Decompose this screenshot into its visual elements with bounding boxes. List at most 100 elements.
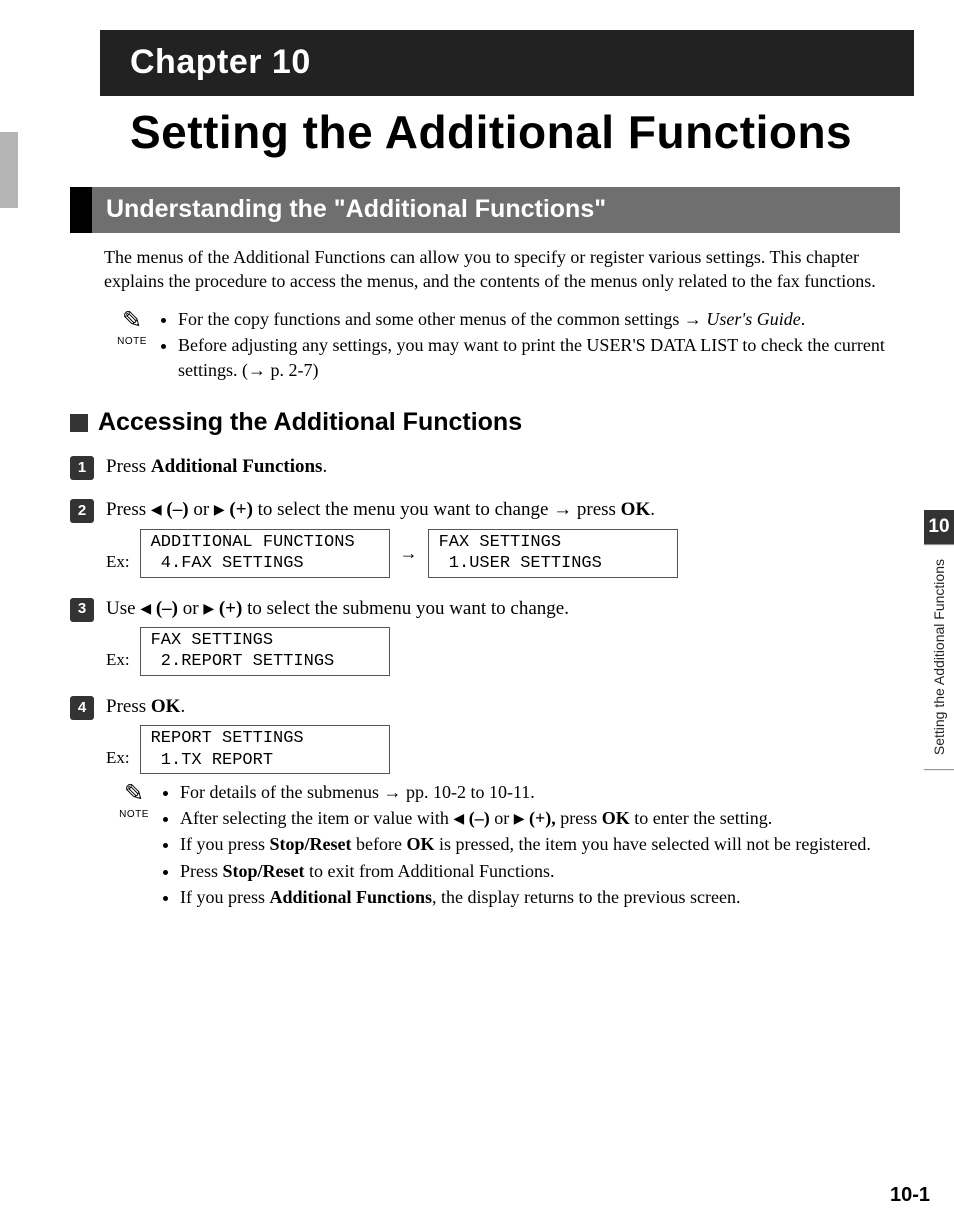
step-text: Press ◀ (–) or ▶ (+) to select the menu … [106,497,900,523]
key-name: Stop/Reset [223,861,305,881]
chapter-label-bar: Chapter 10 [100,30,914,96]
lcd-example-row: Ex: REPORT SETTINGS 1.TX REPORT [106,725,900,774]
text: or [178,598,203,619]
text: before [351,834,406,854]
key-name: (–) [151,598,178,619]
step-2: 2 Press ◀ (–) or ▶ (+) to select the men… [70,497,900,583]
note-icon-col: ✎ NOTE [106,780,162,822]
text: Press [180,861,223,881]
text: After selecting the item or value with [180,808,453,828]
chapter-title: Setting the Additional Functions [130,106,900,159]
step-text: Press Additional Functions. [106,454,900,480]
note-item: If you press Stop/Reset before OK is pre… [180,832,871,856]
key-name: (+), [524,808,555,828]
text: For the copy functions and some other me… [178,309,706,329]
intro-paragraph: The menus of the Additional Functions ca… [104,245,900,294]
subsection-title: Accessing the Additional Functions [98,406,522,440]
key-name: (–) [464,808,490,828]
right-arrow-icon: ▶ [214,501,225,517]
step-number-badge: 3 [70,598,94,622]
key-name: OK [406,834,434,854]
text: Press [106,499,151,520]
key-name: (+) [214,598,242,619]
lcd-display: FAX SETTINGS 2.REPORT SETTINGS [140,627,390,676]
note-item: After selecting the item or value with ◀… [180,806,871,830]
text: to enter the setting. [630,808,772,828]
example-label: Ex: [106,551,130,574]
left-margin-tab [0,132,18,208]
note-label: NOTE [106,808,162,822]
lcd-example-row: Ex: FAX SETTINGS 2.REPORT SETTINGS [106,627,900,676]
note-item: If you press Additional Functions, the d… [180,885,871,909]
note-icon-col: ✎ NOTE [104,307,160,349]
note-item: For the copy functions and some other me… [178,307,900,331]
text: Use [106,598,140,619]
text: to select the submenu you want to change… [242,598,569,619]
step-number-badge: 1 [70,456,94,480]
left-arrow-icon: ◀ [453,810,464,826]
key-name: Additional Functions [151,456,323,477]
text: Press [106,696,151,717]
note-block-2: ✎ NOTE For details of the submenus → pp.… [106,780,900,911]
text: If you press [180,834,269,854]
arrow-icon: → [400,541,418,565]
text: or [189,499,214,520]
text: , the display returns to the previous sc… [432,887,740,907]
side-chapter-tab: 10 Setting the Additional Functions [924,510,954,770]
text: Press [106,456,151,477]
side-tab-text: Setting the Additional Functions [924,544,954,770]
note-item: Press Stop/Reset to exit from Additional… [180,859,871,883]
step-number-badge: 4 [70,696,94,720]
lcd-display: ADDITIONAL FUNCTIONS 4.FAX SETTINGS [140,529,390,578]
note-body: For the copy functions and some other me… [160,307,900,384]
note-item: Before adjusting any settings, you may w… [178,333,900,382]
text: . [180,696,185,717]
note-block-1: ✎ NOTE For the copy functions and some o… [104,307,900,384]
lcd-example-row: Ex: ADDITIONAL FUNCTIONS 4.FAX SETTINGS … [106,529,900,578]
text: or [490,808,514,828]
page-number: 10-1 [890,1182,930,1209]
note-body: For details of the submenus → pp. 10-2 t… [162,780,871,911]
left-arrow-icon: ◀ [140,600,151,616]
step-4: 4 Press OK. Ex: REPORT SETTINGS 1.TX REP… [70,694,900,926]
lcd-display: REPORT SETTINGS 1.TX REPORT [140,725,390,774]
key-name: Additional Functions [269,887,432,907]
text: . [801,309,806,329]
lcd-display: FAX SETTINGS 1.USER SETTINGS [428,529,678,578]
text: If you press [180,887,269,907]
text: to exit from Additional Functions. [305,861,555,881]
step-text: Use ◀ (–) or ▶ (+) to select the submenu… [106,596,900,622]
section-heading: Understanding the "Additional Functions" [70,187,900,233]
key-name: OK [621,499,651,520]
text: is pressed, the item you have selected w… [434,834,870,854]
example-label: Ex: [106,747,130,770]
users-guide-ref: User's Guide [706,309,800,329]
note-item: For details of the submenus → pp. 10-2 t… [180,780,871,804]
text: . [322,456,327,477]
key-name: (+) [225,499,253,520]
key-name: Stop/Reset [269,834,351,854]
step-number-badge: 2 [70,499,94,523]
key-name: OK [151,696,181,717]
note-label: NOTE [104,335,160,349]
step-text: Press OK. [106,694,900,720]
right-arrow-icon: ▶ [514,810,525,826]
text: to select the menu you want to change → … [253,499,621,520]
square-bullet-icon [70,414,88,432]
text: press [556,808,602,828]
subsection-heading: Accessing the Additional Functions [70,406,900,440]
left-arrow-icon: ◀ [151,501,162,517]
page: Chapter 10 Setting the Additional Functi… [0,0,954,1227]
example-label: Ex: [106,649,130,672]
section-heading-text: Understanding the "Additional Functions" [92,187,900,233]
step-3: 3 Use ◀ (–) or ▶ (+) to select the subme… [70,596,900,682]
pencil-icon: ✎ [106,782,162,806]
pencil-icon: ✎ [104,309,160,333]
key-name: (–) [162,499,189,520]
text: . [650,499,655,520]
right-arrow-icon: ▶ [203,600,214,616]
section-bullet [70,187,92,233]
step-1: 1 Press Additional Functions. [70,454,900,486]
key-name: OK [602,808,630,828]
side-tab-number: 10 [924,510,954,544]
